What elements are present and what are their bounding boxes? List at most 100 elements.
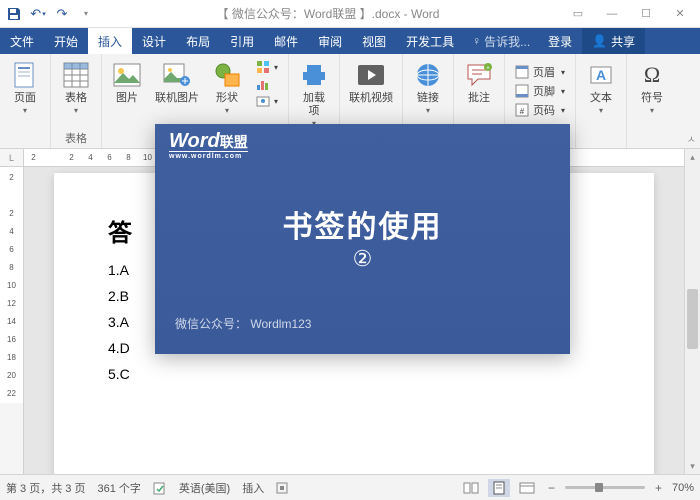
scroll-up-icon[interactable]: ▴	[685, 149, 700, 165]
share-button[interactable]: 👤共享	[582, 28, 645, 54]
tab-references[interactable]: 引用	[220, 28, 264, 54]
tell-me[interactable]: ♀告诉我...	[464, 28, 538, 54]
zoom-thumb[interactable]	[595, 483, 603, 492]
zoom-value[interactable]: 70%	[672, 482, 694, 494]
chevron-down-icon: ▾	[74, 106, 78, 115]
status-mode[interactable]: 插入	[242, 480, 264, 496]
ribbon-options-icon[interactable]: ▭	[562, 4, 594, 24]
window-title: 【 微信公众号：Word联盟 】.docx - Word	[94, 5, 562, 22]
chevron-down-icon: ▾	[650, 106, 654, 115]
tab-layout[interactable]: 布局	[176, 28, 220, 54]
zoom-out-button[interactable]: −	[544, 481, 559, 495]
chevron-down-icon: ▾	[23, 106, 27, 115]
collapse-ribbon-icon[interactable]: ㅅ	[687, 131, 696, 146]
title-bar: ↶▾ ↷ ▾ 【 微信公众号：Word联盟 】.docx - Word ▭ — …	[0, 0, 700, 28]
vruler-tick: 14	[0, 313, 23, 331]
close-button[interactable]: ✕	[664, 4, 696, 24]
share-icon: 👤	[592, 34, 607, 48]
picture-button[interactable]: 图片	[106, 57, 148, 132]
pagenum-button[interactable]: #页码▾	[513, 101, 567, 119]
status-words[interactable]: 361 个字	[97, 480, 140, 496]
comment-icon: +	[463, 59, 495, 91]
chart-button[interactable]	[254, 76, 280, 92]
status-macro-icon[interactable]	[276, 482, 288, 494]
window-controls: ▭ — ☐ ✕	[562, 4, 700, 24]
chevron-down-icon: ▾	[599, 106, 603, 115]
footer-button[interactable]: 页脚▾	[513, 82, 567, 100]
vruler-tick: 4	[0, 223, 23, 241]
tab-view[interactable]: 视图	[352, 28, 396, 54]
tab-developer[interactable]: 开发工具	[396, 28, 464, 54]
pagenum-icon: #	[515, 103, 529, 117]
tab-design[interactable]: 设计	[132, 28, 176, 54]
view-read-icon[interactable]	[460, 479, 482, 497]
quick-access-toolbar: ↶▾ ↷ ▾	[0, 6, 94, 22]
ribbon-group-tables: 表格 ▾ 表格	[51, 54, 102, 148]
vruler-tick: 22	[0, 385, 23, 403]
footer-icon	[515, 84, 529, 98]
scroll-down-icon[interactable]: ▾	[685, 458, 700, 474]
hruler-tick: 2	[24, 153, 43, 162]
tab-mail[interactable]: 邮件	[264, 28, 308, 54]
vruler-tick	[0, 187, 23, 205]
vertical-ruler: L 2246810121416182022	[0, 149, 24, 474]
tab-file[interactable]: 文件	[0, 28, 44, 54]
online-video-button[interactable]: 联机视频	[344, 57, 398, 132]
symbol-button[interactable]: Ω 符号 ▾	[631, 57, 673, 132]
view-print-icon[interactable]	[488, 479, 510, 497]
overlay-number: ②	[155, 246, 570, 272]
vruler-tick: 16	[0, 331, 23, 349]
overlay-footer: 微信公众号： Wordlm123	[175, 315, 311, 332]
header-icon	[515, 65, 529, 79]
smartart-icon	[256, 60, 270, 74]
vruler-tick: 12	[0, 295, 23, 313]
ruler-corner: L	[0, 149, 23, 167]
header-button[interactable]: 页眉▾	[513, 63, 567, 81]
vertical-scrollbar[interactable]: ▴ ▾	[684, 149, 700, 474]
view-web-icon[interactable]	[516, 479, 538, 497]
addins-icon	[298, 59, 330, 91]
menu-bar: 文件 开始 插入 设计 布局 引用 邮件 审阅 视图 开发工具 ♀告诉我... …	[0, 28, 700, 54]
table-button[interactable]: 表格 ▾	[55, 57, 97, 128]
ribbon-group-pages: 页面 ▾	[0, 54, 51, 148]
chart-icon	[256, 77, 270, 91]
vruler-tick: 10	[0, 277, 23, 295]
vruler-tick: 2	[0, 169, 23, 187]
ribbon-group-symbols: Ω 符号 ▾	[627, 54, 677, 148]
status-page[interactable]: 第 3 页，共 3 页	[6, 480, 85, 496]
shapes-button[interactable]: 形状 ▾	[206, 57, 248, 132]
textbox-icon: A	[585, 59, 617, 91]
svg-text:#: #	[520, 107, 525, 116]
pages-button[interactable]: 页面 ▾	[4, 57, 46, 132]
maximize-button[interactable]: ☐	[630, 4, 662, 24]
scroll-thumb[interactable]	[687, 289, 698, 349]
zoom-slider[interactable]	[565, 486, 645, 489]
tab-home[interactable]: 开始	[44, 28, 88, 54]
online-picture-icon	[161, 59, 193, 91]
screenshot-button[interactable]: ▾	[254, 93, 280, 109]
redo-icon[interactable]: ↷	[54, 6, 70, 22]
status-lang[interactable]: 英语(美国)	[179, 480, 230, 496]
comment-button[interactable]: + 批注	[458, 57, 500, 132]
text-button[interactable]: A 文本 ▾	[580, 57, 622, 132]
illustrations-small: ▾ ▾	[250, 57, 284, 132]
undo-icon[interactable]: ↶▾	[30, 6, 46, 22]
page-icon	[9, 59, 41, 91]
bulb-icon: ♀	[472, 34, 481, 48]
zoom-in-button[interactable]: +	[651, 481, 666, 495]
vruler-tick: 2	[0, 205, 23, 223]
addins-button[interactable]: 加载 项 ▾	[293, 57, 335, 132]
links-button[interactable]: 链接 ▾	[407, 57, 449, 132]
online-picture-button[interactable]: 联机图片	[150, 57, 204, 132]
shapes-icon	[211, 59, 243, 91]
qat-more-icon[interactable]: ▾	[78, 6, 94, 22]
hruler-tick: 4	[81, 153, 100, 162]
status-proofing-icon[interactable]	[153, 481, 167, 495]
login-button[interactable]: 登录	[538, 28, 582, 54]
minimize-button[interactable]: —	[596, 4, 628, 24]
save-icon[interactable]	[6, 6, 22, 22]
tab-insert[interactable]: 插入	[88, 28, 132, 54]
tab-review[interactable]: 审阅	[308, 28, 352, 54]
chevron-down-icon: ▾	[225, 106, 229, 115]
smartart-button[interactable]: ▾	[254, 59, 280, 75]
